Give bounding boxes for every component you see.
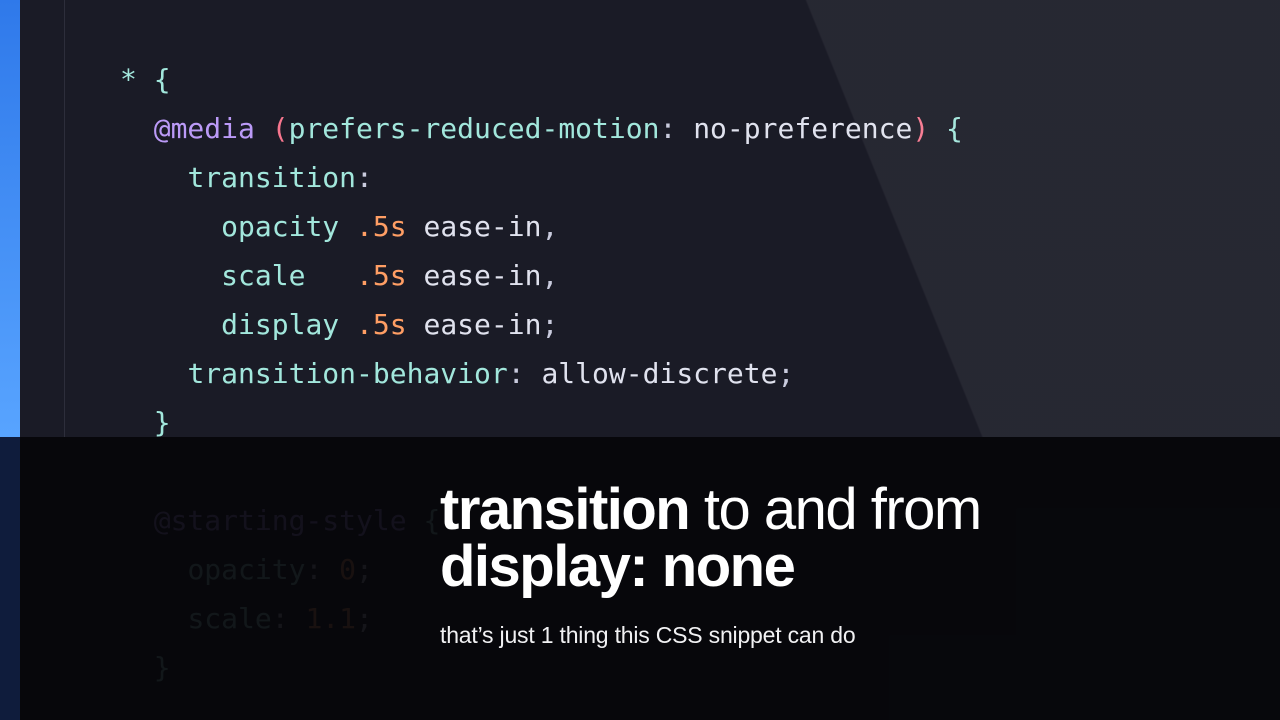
code-token: display — [221, 308, 339, 341]
code-token: opacity — [221, 210, 339, 243]
code-token: prefers-reduced-motion — [289, 112, 660, 145]
headline-strong: transition — [440, 477, 689, 542]
headline-block: transition to and from display: none tha… — [440, 480, 981, 649]
code-token — [305, 259, 339, 292]
code-token: .5s — [339, 308, 406, 341]
code-token: : — [356, 161, 373, 194]
code-token: @media — [154, 112, 255, 145]
accent-bar — [0, 0, 20, 437]
code-token: ease-in — [407, 308, 542, 341]
headline-line-1: transition to and from — [440, 480, 981, 539]
headline-rest: to and from — [689, 477, 980, 542]
code-token: no-preference — [693, 112, 912, 145]
code-token: transition-behavior — [187, 357, 507, 390]
code-token: , — [541, 259, 558, 292]
code-token: { — [929, 112, 963, 145]
code-token: .5s — [339, 210, 406, 243]
headline-line-2: display: none — [440, 537, 981, 596]
code-token: : — [508, 357, 542, 390]
code-token: , — [541, 210, 558, 243]
code-token: ; — [777, 357, 794, 390]
headline-sub: that’s just 1 thing this CSS snippet can… — [440, 622, 981, 649]
accent-bar-lower — [0, 437, 20, 720]
code-token: : — [659, 112, 693, 145]
code-token: * — [120, 63, 137, 96]
code-token: .5s — [339, 259, 406, 292]
code-token: transition — [187, 161, 356, 194]
code-token: ease-in — [407, 210, 542, 243]
code-token: ; — [541, 308, 558, 341]
code-token: allow-discrete — [541, 357, 777, 390]
code-token: { — [137, 63, 171, 96]
editor-gutter-line — [64, 0, 65, 437]
code-token: ) — [912, 112, 929, 145]
code-token: scale — [221, 259, 305, 292]
code-token: ( — [255, 112, 289, 145]
code-token: } — [154, 406, 171, 439]
code-token: ease-in — [407, 259, 542, 292]
